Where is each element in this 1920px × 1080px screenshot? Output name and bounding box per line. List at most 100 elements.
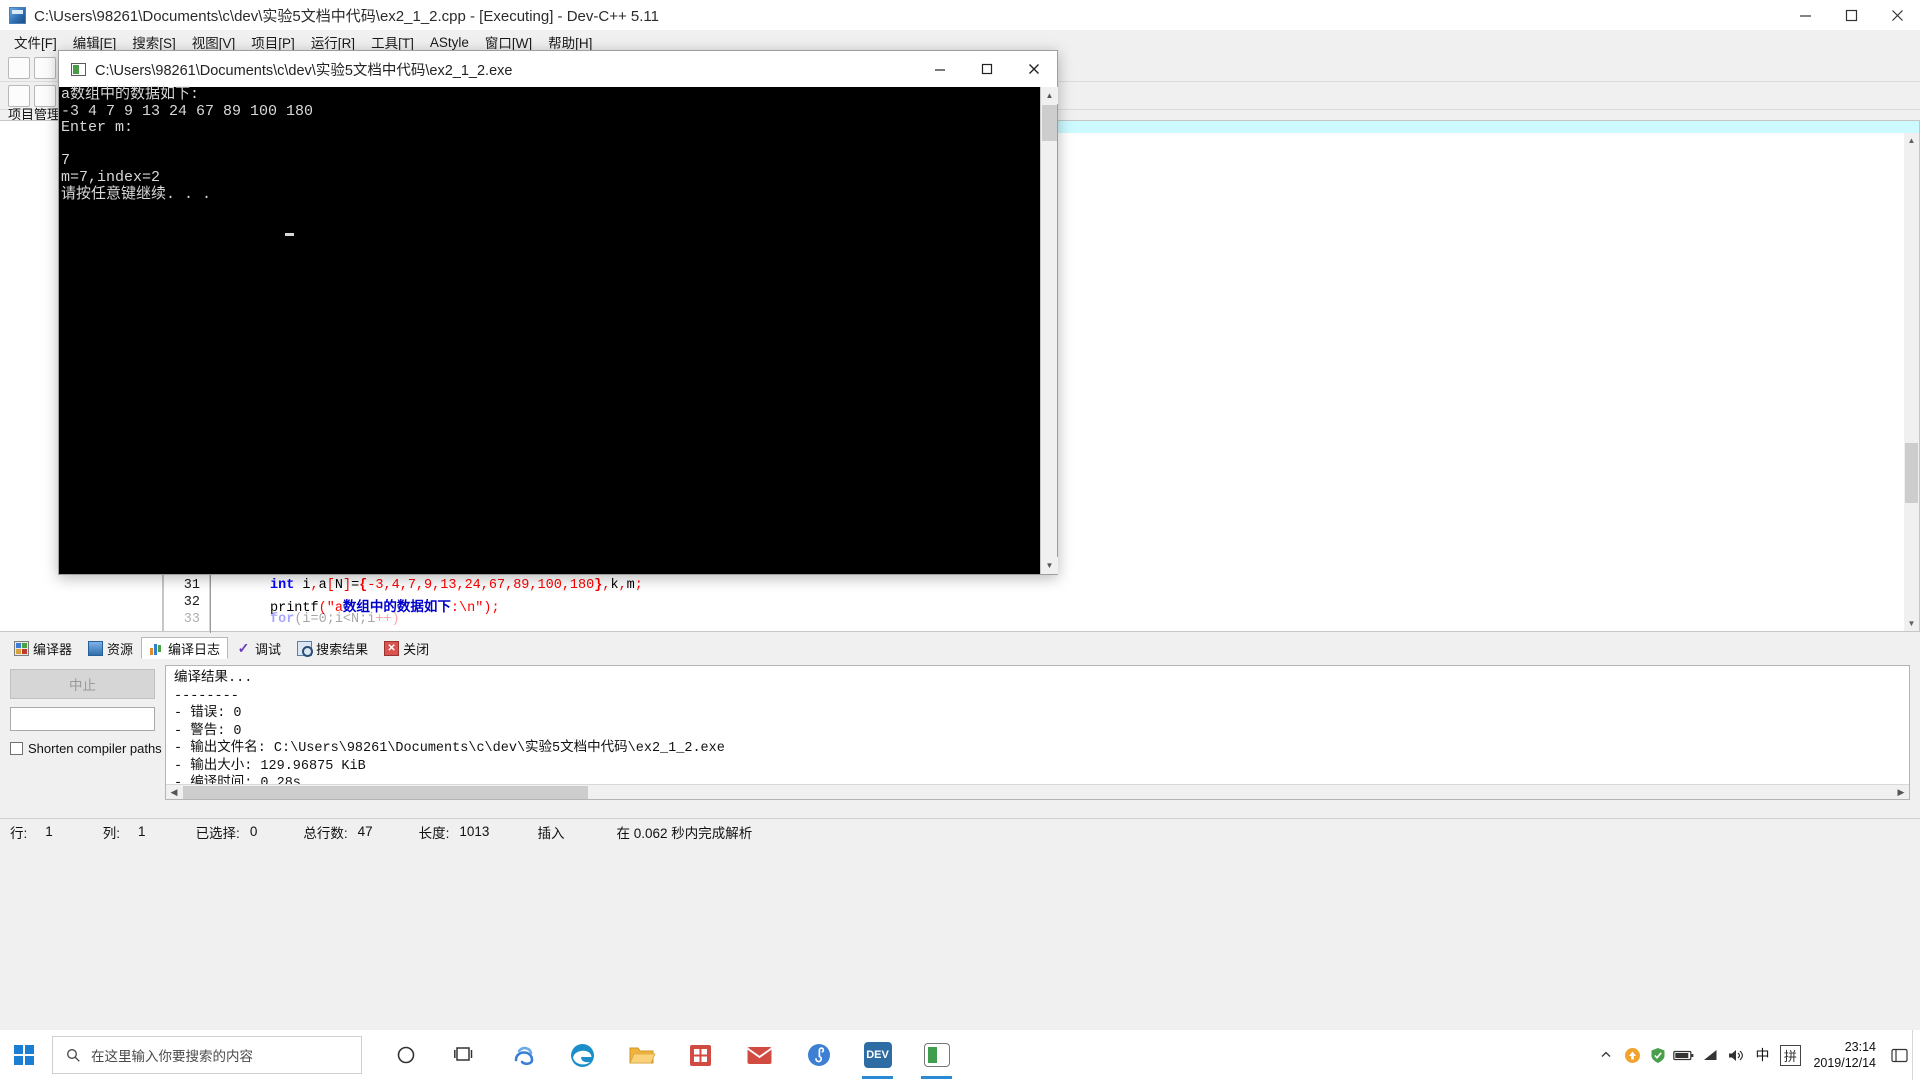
console-close-button[interactable] <box>1010 51 1057 87</box>
ide-titlebar: C:\Users\98261\Documents\c\dev\实验5文档中代码\… <box>0 0 1920 30</box>
taskbar-mail-button[interactable] <box>730 1030 789 1080</box>
scroll-up-arrow-icon[interactable]: ▲ <box>1904 133 1919 148</box>
clock-date: 2019/12/14 <box>1813 1055 1876 1071</box>
taskbar-items: DEV <box>376 1030 966 1080</box>
resource-icon <box>88 641 103 656</box>
compile-log-textarea[interactable]: 编译结果... -------- - 错误: 0 - 警告: 0 - 输出文件名… <box>165 665 1910 800</box>
taskbar-clock[interactable]: 23:14 2019/12/14 <box>1805 1039 1886 1071</box>
windows-taskbar: 在这里输入你要搜索的内容 <box>0 1030 1920 1080</box>
edge-browser-icon <box>569 1042 596 1069</box>
scroll-left-arrow-icon[interactable]: ◀ <box>166 785 182 800</box>
devcpp-app-icon <box>9 7 26 24</box>
code-line-33[interactable]: 33 for(i=0;i<N;i++) <box>164 612 1919 629</box>
editor-scroll-thumb[interactable] <box>1905 443 1918 503</box>
console-scroll-thumb[interactable] <box>1042 105 1057 141</box>
tab-close[interactable]: ✕ 关闭 <box>376 637 437 659</box>
taskbar-store-button[interactable] <box>671 1030 730 1080</box>
tab-search-results[interactable]: 搜索结果 <box>289 637 376 659</box>
compile-log-panel: 中止 Shorten compiler paths 编译结果... ------… <box>0 659 1920 806</box>
menu-file[interactable]: 文件[F] <box>6 30 65 54</box>
taskbar-music-button[interactable] <box>789 1030 848 1080</box>
tab-compile-log[interactable]: 编译日志 <box>141 637 228 659</box>
taskbar-edge-button[interactable] <box>553 1030 612 1080</box>
code-text: int i,a[N]={-3,4,7,9,13,24,67,89,100,180… <box>270 578 643 593</box>
taskbar-search-box[interactable]: 在这里输入你要搜索的内容 <box>52 1036 362 1074</box>
scroll-right-arrow-icon[interactable]: ▶ <box>1893 785 1909 800</box>
search-icon <box>66 1048 81 1063</box>
log-horizontal-scrollbar[interactable]: ◀ ▶ <box>166 784 1909 799</box>
taskbar-task-view-button[interactable] <box>435 1030 494 1080</box>
tab-debug[interactable]: ✓ 调试 <box>228 637 289 659</box>
app-blue-swirl-icon <box>511 1042 537 1068</box>
line-number: 31 <box>164 578 200 593</box>
menu-astyle[interactable]: AStyle <box>422 33 477 52</box>
ide-maximize-button[interactable] <box>1828 0 1874 30</box>
editor-vertical-scrollbar[interactable]: ▲ ▼ <box>1904 133 1919 631</box>
devcpp-icon: DEV <box>864 1042 892 1068</box>
console-window-icon <box>924 1043 950 1067</box>
shorten-paths-checkbox[interactable] <box>10 742 23 755</box>
console-window[interactable]: C:\Users\98261\Documents\c\dev\实验5文档中代码\… <box>58 50 1058 575</box>
close-red-icon: ✕ <box>384 641 399 656</box>
console-minimize-button[interactable] <box>916 51 963 87</box>
file-explorer-icon <box>628 1043 656 1067</box>
tab-label: 搜索结果 <box>316 639 368 658</box>
status-length-value: 1013 <box>459 824 489 839</box>
tab-label: 编译日志 <box>168 639 220 658</box>
taskbar-devcpp-button[interactable]: DEV <box>848 1030 907 1080</box>
microsoft-store-icon <box>688 1043 713 1068</box>
tab-compiler[interactable]: 编译器 <box>6 637 80 659</box>
status-col-label: 列: <box>103 822 120 842</box>
shorten-paths-label: Shorten compiler paths <box>28 741 162 756</box>
ide-close-button[interactable] <box>1874 0 1920 30</box>
notifications-button[interactable] <box>1886 1030 1912 1080</box>
show-desktop-button[interactable] <box>1912 1030 1920 1080</box>
status-insert-mode: 插入 <box>537 822 564 842</box>
tab-resource[interactable]: 资源 <box>80 637 141 659</box>
start-button[interactable] <box>0 1030 48 1080</box>
console-scroll-up-icon[interactable]: ▲ <box>1041 87 1058 104</box>
ide-minimize-button[interactable] <box>1782 0 1828 30</box>
show-hidden-icons-button[interactable] <box>1593 1030 1619 1080</box>
ide-statusbar: 行: 1 列: 1 已选择: 0 总行数: 47 长度: 1013 插入 在 0… <box>0 818 1920 844</box>
console-vertical-scrollbar[interactable]: ▲ ▼ <box>1040 87 1057 574</box>
tab-label: 调试 <box>255 639 281 658</box>
code-text: for(i=0;i<N;i++) <box>270 612 400 627</box>
volume-icon[interactable] <box>1723 1030 1749 1080</box>
abort-button[interactable]: 中止 <box>10 669 155 699</box>
battery-icon[interactable] <box>1671 1030 1697 1080</box>
taskbar-app-swirl-button[interactable] <box>494 1030 553 1080</box>
ime-mode-indicator[interactable]: 拼 <box>1775 1030 1805 1080</box>
compiler-icon <box>14 641 29 656</box>
compile-log-text: 编译结果... -------- - 错误: 0 - 警告: 0 - 输出文件名… <box>174 670 1891 793</box>
cortana-icon <box>396 1045 416 1065</box>
update-icon[interactable] <box>1619 1030 1645 1080</box>
status-row-value: 1 <box>45 824 53 839</box>
line-number: 32 <box>164 595 200 610</box>
status-row-label: 行: <box>10 822 27 842</box>
ide-window-controls <box>1782 0 1920 30</box>
debug-check-icon: ✓ <box>236 641 251 656</box>
network-icon[interactable] <box>1697 1030 1723 1080</box>
status-col-value: 1 <box>138 824 146 839</box>
code-line-31[interactable]: 31 int i,a[N]={-3,4,7,9,13,24,67,89,100,… <box>164 578 1919 595</box>
console-window-controls <box>916 51 1057 87</box>
console-scroll-down-icon[interactable]: ▼ <box>1041 557 1058 574</box>
shield-icon[interactable] <box>1645 1030 1671 1080</box>
toolbar-open-button[interactable] <box>34 57 56 79</box>
taskbar-file-explorer-button[interactable] <box>612 1030 671 1080</box>
tab-label: 编译器 <box>33 639 72 658</box>
console-output-area[interactable]: a数组中的数据如下: -3 4 7 9 13 24 67 89 100 180 … <box>59 87 1057 574</box>
taskbar-cortana-button[interactable] <box>376 1030 435 1080</box>
shorten-paths-row[interactable]: Shorten compiler paths <box>10 741 162 756</box>
compile-log-icon <box>149 641 164 656</box>
log-scroll-thumb[interactable] <box>183 786 588 799</box>
taskbar-console-button[interactable] <box>907 1030 966 1080</box>
scroll-down-arrow-icon[interactable]: ▼ <box>1904 616 1919 631</box>
console-maximize-button[interactable] <box>963 51 1010 87</box>
console-app-icon <box>71 63 86 76</box>
code-line-32[interactable]: 32 printf("a数组中的数据如下:\n"); <box>164 595 1919 612</box>
status-selected-label: 已选择: <box>196 822 240 842</box>
ime-language-indicator[interactable]: 中 <box>1749 1045 1775 1065</box>
toolbar-new-button[interactable] <box>8 57 30 79</box>
